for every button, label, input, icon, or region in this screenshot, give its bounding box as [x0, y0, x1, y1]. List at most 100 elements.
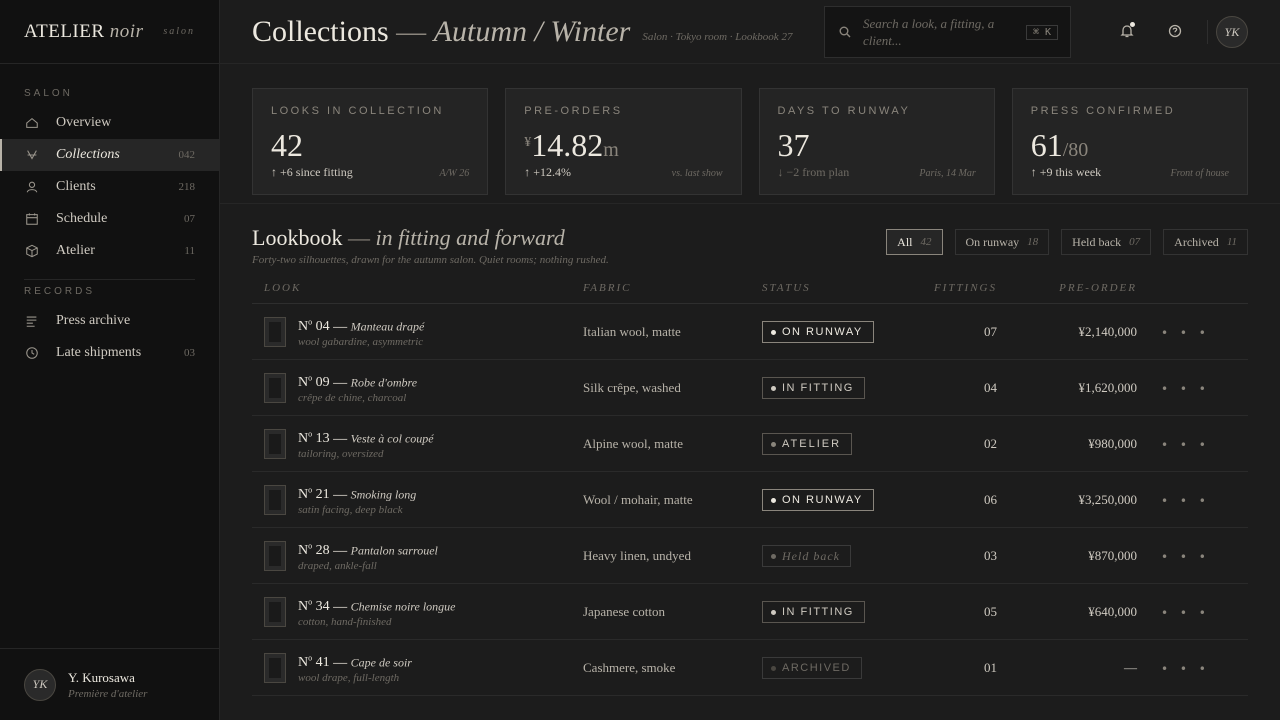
table-body: No 04 — Manteau drapé wool gabardine, as…: [252, 304, 1248, 696]
column-header-fabric[interactable]: FABRIC: [583, 282, 762, 294]
lookbook-table: LOOK FABRIC STATUS FITTINGS PRE-ORDER No…: [252, 272, 1248, 696]
preorder-cell: ¥1,620,000: [1078, 379, 1138, 395]
sidebar: ATELIER noir salon SALON Overview Collec…: [0, 0, 220, 720]
preorder-cell: ¥3,250,000: [1078, 491, 1138, 507]
notifications-button[interactable]: [1111, 16, 1143, 48]
kpi-label: PRESS CONFIRMED: [1030, 105, 1176, 117]
sidebar-item-atelier[interactable]: Atelier 11: [0, 235, 219, 267]
row-actions: • • •: [1137, 434, 1248, 453]
kpi-card-days-to-runway: DAYS TO RUNWAY 37 ↓ −2 from plan Paris, …: [758, 88, 995, 195]
look-description: satin facing, deep black: [298, 504, 403, 517]
sidebar-item-press-archive[interactable]: Press archive: [0, 305, 219, 337]
fittings-cell: 03: [984, 547, 997, 563]
section-divider: [220, 203, 1280, 204]
more-options-icon[interactable]: • • •: [1161, 550, 1210, 564]
table-row[interactable]: No 13 — Veste à col coupé tailoring, ove…: [252, 416, 1248, 472]
status-cell: IN FITTING: [762, 376, 912, 400]
row-actions: • • •: [1137, 546, 1248, 565]
kpi-value: 42: [271, 127, 303, 163]
column-header-status[interactable]: STATUS: [762, 282, 912, 294]
app-root: ATELIER noir salon SALON Overview Collec…: [0, 0, 1280, 720]
kpi-delta: ↓ −2 from plan: [777, 165, 850, 179]
table-row[interactable]: No 28 — Pantalon sarrouel draped, ankle-…: [252, 528, 1248, 584]
look-description: cotton, hand-finished: [298, 616, 392, 629]
fabric-cell: Italian wool, matte: [583, 323, 681, 339]
table-row[interactable]: No 21 — Smoking long satin facing, deep …: [252, 472, 1248, 528]
preorder-cell: ¥980,000: [1088, 435, 1137, 451]
status-cell: ON RUNWAY: [762, 488, 912, 512]
filter-group: All 42 On runway 18 Held back 07 Archived 11: [886, 229, 1248, 255]
look-description: wool gabardine, asymmetric: [298, 336, 424, 349]
header-avatar[interactable]: YK: [1216, 16, 1248, 48]
row-actions: • • •: [1137, 378, 1248, 397]
more-options-icon[interactable]: • • •: [1161, 382, 1210, 396]
look-thumbnail: [264, 540, 286, 571]
more-options-icon[interactable]: • • •: [1161, 606, 1210, 620]
kpi-value: 37: [777, 127, 810, 163]
user-profile[interactable]: YK Y. Kurosawa Première d'atelier: [0, 648, 219, 720]
look-text: No 34 — Chemise noire longue cotton, han…: [298, 595, 456, 629]
table-row[interactable]: No 04 — Manteau drapé wool gabardine, as…: [252, 304, 1248, 360]
sidebar-item-label: Schedule: [56, 211, 108, 226]
filter-on-runway[interactable]: On runway 18: [954, 229, 1050, 255]
look-name: No 09 — Robe d'ombre: [298, 373, 418, 391]
home-icon: [24, 115, 40, 131]
look-description: wool drape, full-length: [298, 672, 400, 685]
brand[interactable]: ATELIER noir salon: [0, 0, 219, 64]
fittings-cell: 06: [984, 491, 997, 507]
search-input[interactable]: Search a look, a fitting, a client...: [863, 15, 1026, 49]
user-role: Première d'atelier: [68, 687, 148, 700]
look-description: tailoring, oversized: [298, 448, 384, 461]
lookbook-title: Lookbook — in fitting and forward: [252, 225, 565, 250]
kpi-card-press: PRESS CONFIRMED 61/80 ↑ +9 this week Fro…: [1011, 88, 1248, 195]
more-options-icon[interactable]: • • •: [1161, 494, 1210, 508]
fabric-cell: Wool / mohair, matte: [583, 491, 693, 507]
search-box[interactable]: Search a look, a fitting, a client... ⌘ …: [824, 6, 1071, 58]
status-badge: ON RUNWAY: [762, 489, 874, 512]
look-cell: No 09 — Robe d'ombre crêpe de chine, cha…: [252, 371, 583, 405]
main-content: Collections — Autumn / Winter Salon · To…: [220, 0, 1280, 720]
sidebar-item-label: Overview: [56, 115, 112, 130]
nav-section-salon: SALON: [24, 88, 73, 99]
sidebar-item-late-shipments[interactable]: Late shipments 03: [0, 337, 219, 369]
lookbook-subtitle: Forty-two silhouettes, drawn for the aut…: [252, 254, 609, 266]
avatar: YK: [24, 668, 56, 701]
hanger-icon: [24, 147, 40, 163]
status-cell: ON RUNWAY: [762, 320, 912, 344]
look-name: No 41 — Cape de soir: [298, 653, 412, 671]
table-row[interactable]: No 41 — Cape de soir wool drape, full-le…: [252, 640, 1248, 696]
user-name: Y. Kurosawa: [68, 669, 135, 685]
clock-icon: [24, 345, 40, 361]
fittings-cell: 05: [984, 603, 997, 619]
sidebar-item-clients[interactable]: Clients 218: [0, 171, 219, 203]
sidebar-item-overview[interactable]: Overview: [0, 107, 219, 139]
filter-archived[interactable]: Archived 11: [1163, 229, 1248, 255]
more-options-icon[interactable]: • • •: [1161, 438, 1210, 452]
status-cell: ARCHIVED: [762, 656, 912, 680]
status-dot: [771, 441, 776, 447]
filter-held-back[interactable]: Held back 07: [1061, 229, 1152, 255]
column-header-look[interactable]: LOOK: [252, 282, 583, 294]
sidebar-item-collections[interactable]: Collections 042: [0, 139, 219, 171]
status-cell: IN FITTING: [762, 600, 912, 624]
look-text: No 21 — Smoking long satin facing, deep …: [298, 483, 416, 517]
topbar: Collections — Autumn / Winter Salon · To…: [220, 0, 1280, 64]
more-options-icon[interactable]: • • •: [1161, 662, 1210, 676]
look-description: crêpe de chine, charcoal: [298, 392, 407, 405]
user-info: Y. Kurosawa Première d'atelier: [68, 670, 147, 700]
kpi-value: 61/80: [1030, 127, 1089, 163]
look-text: No 09 — Robe d'ombre crêpe de chine, cha…: [298, 371, 417, 405]
row-actions: • • •: [1137, 658, 1248, 677]
table-row[interactable]: No 09 — Robe d'ombre crêpe de chine, cha…: [252, 360, 1248, 416]
column-header-fittings[interactable]: FITTINGS: [912, 282, 997, 294]
kpi-value: ¥14.82m: [524, 127, 619, 163]
filter-all[interactable]: All 42: [886, 229, 943, 255]
more-options-icon[interactable]: • • •: [1161, 326, 1210, 340]
help-button[interactable]: [1159, 16, 1191, 48]
kpi-label: DAYS TO RUNWAY: [777, 105, 911, 117]
table-row[interactable]: No 34 — Chemise noire longue cotton, han…: [252, 584, 1248, 640]
sidebar-item-count: 03: [184, 347, 195, 359]
column-header-preorder[interactable]: PRE-ORDER: [997, 282, 1137, 294]
look-cell: No 21 — Smoking long satin facing, deep …: [252, 483, 583, 517]
sidebar-item-schedule[interactable]: Schedule 07: [0, 203, 219, 235]
